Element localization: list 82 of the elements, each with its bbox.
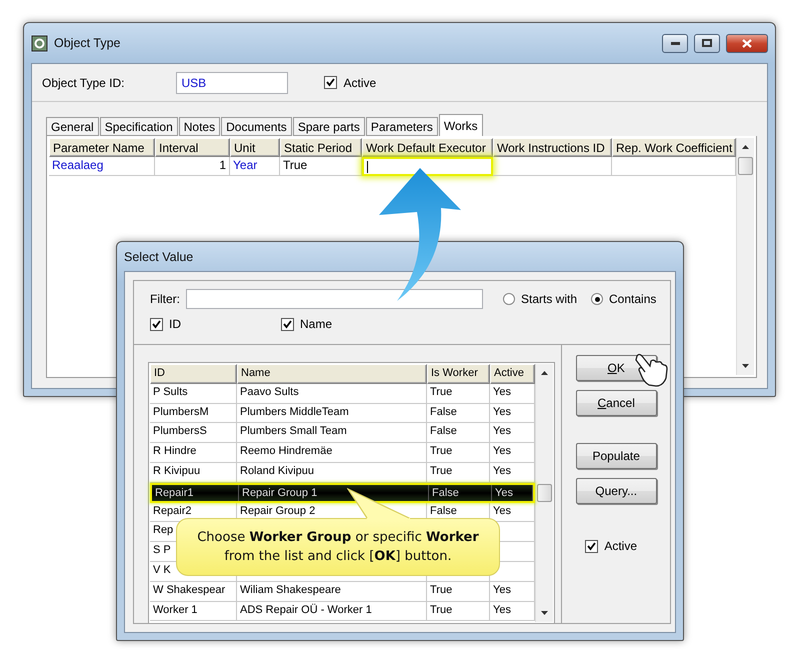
maximize-icon [702,39,712,47]
scroll-up-icon[interactable] [540,369,549,378]
table-cell[interactable]: PlumbersS [150,423,237,444]
checkbox-label: Active [604,539,638,553]
table-cell: Yes [492,484,533,501]
tab[interactable]: Notes [178,117,220,136]
scrollbar-thumb[interactable] [537,484,552,502]
table-cell[interactable]: Paavo Sults [237,384,427,404]
checkbox[interactable] [281,318,294,330]
tab[interactable]: Works [438,114,483,136]
checkbox-label: ID [169,317,181,331]
checkbox-label: Active [343,76,376,90]
scrollbar-thumb[interactable] [738,157,753,175]
hint-tooltip: Choose Worker Group or specific Worker from the list and click [OK] button. [176,518,500,576]
column-header[interactable]: ID [150,364,237,384]
dialog-title: Select Value [124,250,194,264]
scroll-down-icon[interactable] [741,361,750,370]
radio-button[interactable] [591,293,604,305]
scrollbar[interactable] [736,138,754,375]
filter-field[interactable] [186,289,483,309]
scroll-up-icon[interactable] [741,143,750,152]
table-cell[interactable]: True [427,582,490,602]
table-cell[interactable]: W Shakespear [150,582,237,602]
column-header[interactable]: Rep. Work Coefficient [612,138,736,157]
column-header[interactable]: Active [490,364,535,384]
table-cell[interactable]: Plumbers Small Team [237,423,427,444]
column-header[interactable]: Unit [230,138,280,157]
tab[interactable]: Spare parts [292,117,365,136]
column-header[interactable]: Name [237,364,427,384]
tab[interactable]: Documents [221,117,292,136]
table-cell[interactable]: Plumbers MiddleTeam [237,404,427,424]
table-cell[interactable]: True [427,602,490,622]
dialog-button[interactable]: Query... [576,478,657,504]
column-header[interactable]: Static Period [280,138,362,157]
table-cell[interactable]: True [427,384,490,404]
scrollbar[interactable] [535,364,553,622]
table-cell[interactable]: False [427,404,490,424]
dialog-button[interactable]: Cancel [576,390,657,416]
table-cell[interactable]: PlumbersM [150,404,237,424]
editing-cell[interactable] [362,157,493,176]
table-cell[interactable]: Worker 1 [150,602,237,622]
scroll-down-icon[interactable] [540,608,549,617]
table-cell: Repair1 [152,484,239,501]
table-cell[interactable]: True [427,443,490,463]
selected-row[interactable]: Repair1 Repair Group 1 False Yes [150,482,535,503]
checkbox[interactable] [150,318,163,330]
tab[interactable]: Parameters [366,117,438,136]
app-icon [31,34,48,52]
field-label: Object Type ID: [42,76,124,90]
window-title: Object Type [54,36,122,50]
column-header[interactable]: Interval [155,138,230,157]
table-cell[interactable]: ADS Repair OÜ - Worker 1 [237,602,427,622]
table-cell[interactable]: Reemo Hindremäe [237,443,427,463]
tab[interactable]: General [46,117,99,136]
table-cell: 1 [155,157,230,176]
close-button[interactable] [726,34,768,52]
close-icon [742,38,752,48]
checkbox[interactable] [324,76,338,89]
column-header[interactable]: Work Default Executor [362,138,493,157]
field-label: Filter: [150,292,180,306]
maximize-button[interactable] [694,34,720,52]
table-cell: False [429,484,492,501]
table-cell: Reaalaeg [49,157,155,176]
table-cell[interactable]: P Sults [150,384,237,404]
radio-label: Contains [609,292,656,306]
column-header[interactable]: Is Worker [427,364,490,384]
radio-button[interactable] [503,293,515,305]
tooltip-pointer [347,488,411,519]
table-cell[interactable]: False [427,423,490,444]
tab[interactable]: Specification [100,117,178,136]
radio-label: Starts with [521,292,578,306]
dialog-button[interactable]: Populate [576,443,657,469]
column-header[interactable]: Work Instructions ID [493,138,612,157]
column-header[interactable]: Parameter Name [49,138,155,157]
table-cell: Year [230,157,280,176]
table-cell[interactable]: R Hindre [150,443,237,463]
checkbox[interactable] [585,540,598,552]
input-field[interactable]: USB [176,72,288,94]
checkbox-label: Name [300,317,332,331]
table-cell[interactable]: Wiliam Shakespeare [237,582,427,602]
minimize-icon [670,42,680,44]
minimize-button[interactable] [662,34,688,52]
